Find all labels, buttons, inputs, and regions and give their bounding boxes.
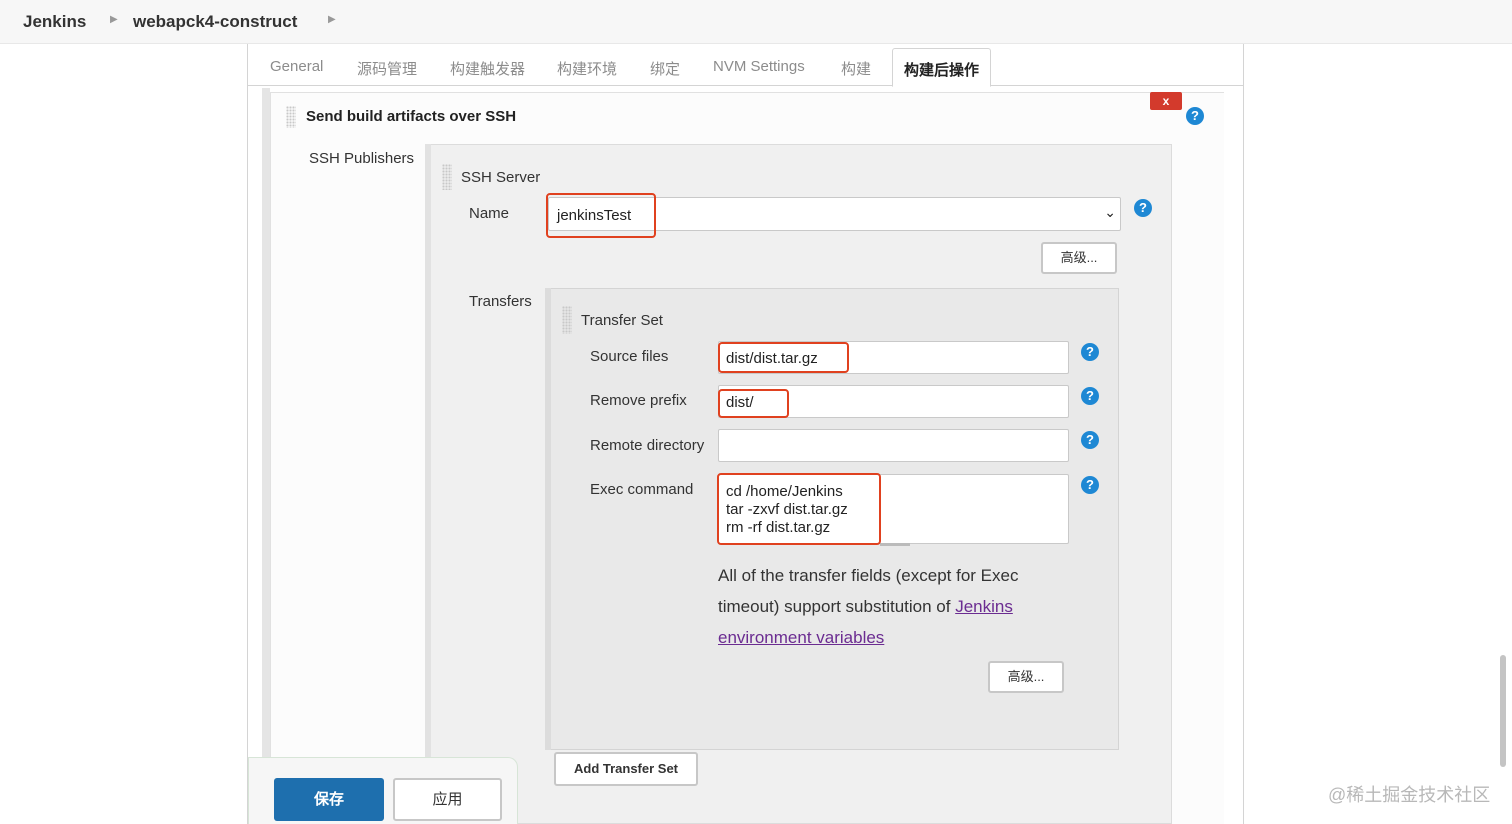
transfer-set-title: Transfer Set	[581, 312, 663, 329]
help-icon[interactable]: ?	[1081, 387, 1099, 405]
tab-source-control[interactable]: 源码管理	[357, 58, 417, 79]
help-icon[interactable]: ?	[1186, 107, 1204, 125]
help-icon[interactable]: ?	[1081, 476, 1099, 494]
remove-prefix-input[interactable]: dist/	[718, 385, 1069, 418]
textarea-scrollbar[interactable]	[880, 543, 910, 546]
name-label: Name	[469, 205, 510, 222]
breadcrumb-bar: Jenkins ▶ webapck4-construct ▶	[0, 0, 1512, 44]
drag-handle-icon[interactable]	[562, 306, 572, 334]
drag-handle-icon[interactable]	[442, 164, 452, 190]
watermark: @稀土掘金技术社区	[1328, 785, 1491, 805]
drag-handle-icon[interactable]	[286, 106, 296, 128]
transfers-label: Transfers	[469, 293, 532, 310]
breadcrumb-job[interactable]: webapck4-construct	[133, 12, 297, 32]
help-icon[interactable]: ?	[1134, 199, 1152, 217]
tab-build[interactable]: 构建	[841, 58, 871, 79]
exec-command-label: Exec command	[590, 481, 694, 498]
chevron-down-icon: ⌄	[1104, 204, 1116, 220]
source-files-label: Source files	[590, 348, 669, 365]
config-tabs: General 源码管理 构建触发器 构建环境 绑定 NVM Settings …	[247, 44, 1244, 87]
breadcrumb-jenkins[interactable]: Jenkins	[23, 12, 86, 32]
tab-general[interactable]: General	[270, 58, 323, 75]
chevron-right-icon[interactable]: ▶	[110, 14, 118, 25]
transfer-set-strip	[545, 288, 551, 750]
tab-nvm-settings[interactable]: NVM Settings	[713, 58, 805, 75]
transfer-set-advanced-button[interactable]: 高级...	[988, 661, 1064, 693]
help-icon[interactable]: ?	[1081, 343, 1099, 361]
tab-post-build-actions[interactable]: 构建后操作	[892, 48, 992, 87]
apply-button[interactable]: 应用	[393, 778, 502, 821]
tab-build-triggers[interactable]: 构建触发器	[450, 58, 525, 79]
add-transfer-set-button[interactable]: Add Transfer Set	[554, 752, 698, 786]
ssh-server-strip	[425, 144, 431, 824]
remote-directory-label: Remote directory	[590, 437, 705, 454]
transfer-help-text: All of the transfer fields (except for E…	[718, 560, 1048, 653]
remove-prefix-label: Remove prefix	[590, 392, 687, 409]
section-title: Send build artifacts over SSH	[306, 108, 517, 125]
page-scrollbar[interactable]	[1500, 655, 1506, 767]
exec-command-textarea[interactable]: cd /home/Jenkins tar -zxvf dist.tar.gz r…	[718, 474, 1069, 544]
source-files-input[interactable]: dist/dist.tar.gz	[718, 341, 1069, 374]
help-icon[interactable]: ?	[1081, 431, 1099, 449]
tab-build-environment[interactable]: 构建环境	[557, 58, 617, 79]
ssh-server-selected-value: jenkinsTest	[557, 207, 632, 224]
ssh-server-title: SSH Server	[461, 169, 541, 186]
ssh-publishers-label: SSH Publishers	[309, 150, 415, 167]
chevron-right-icon[interactable]: ▶	[328, 14, 336, 25]
ssh-server-select[interactable]: jenkinsTest ⌄	[548, 197, 1121, 231]
ssh-server-advanced-button[interactable]: 高级...	[1041, 242, 1117, 274]
remote-directory-input[interactable]	[718, 429, 1069, 462]
save-button[interactable]: 保存	[274, 778, 384, 821]
tab-bindings[interactable]: 绑定	[650, 58, 680, 79]
section-strip	[262, 88, 270, 824]
delete-section-button[interactable]: x	[1150, 92, 1182, 110]
